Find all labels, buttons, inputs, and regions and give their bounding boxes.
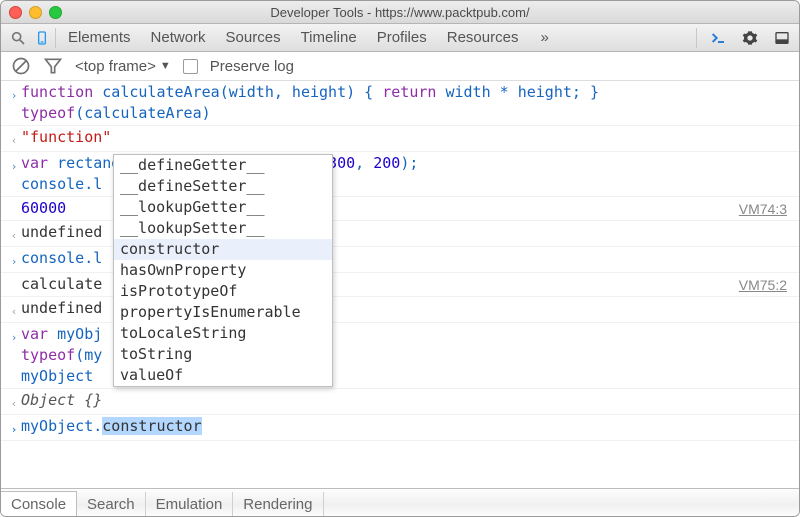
input-marker-icon: › — [7, 415, 21, 440]
separator — [55, 28, 56, 48]
autocomplete-popup[interactable]: __defineGetter____defineSetter____lookup… — [113, 154, 333, 387]
code-token: myObject — [21, 367, 93, 385]
code-token: undefined — [21, 299, 102, 317]
code-token: , — [355, 154, 373, 172]
code-token: ); — [400, 154, 418, 172]
code-token: "function" — [21, 128, 111, 146]
toolbar-tab-sources[interactable]: Sources — [216, 24, 291, 51]
code-token: (width, height) { — [220, 83, 383, 101]
code-token: return — [382, 83, 436, 101]
separator — [696, 28, 697, 48]
autocomplete-item[interactable]: __defineGetter__ — [114, 155, 332, 176]
close-window-icon[interactable] — [9, 6, 22, 19]
devtools-window: Developer Tools - https://www.packtpub.c… — [0, 0, 800, 517]
code-token: 200 — [373, 154, 400, 172]
source-link[interactable]: VM75:2 — [739, 273, 793, 296]
device-toggle-icon[interactable] — [31, 27, 53, 49]
console-body[interactable]: ›function calculateArea(width, height) {… — [1, 81, 799, 488]
autocomplete-item[interactable]: constructor — [114, 239, 332, 260]
drawer-tabs: ConsoleSearchEmulationRendering — [1, 488, 799, 516]
input-marker-icon: › — [7, 323, 21, 388]
code-token: calculateArea — [102, 83, 219, 101]
blank-marker — [7, 273, 21, 296]
output-marker-icon: ‹ — [7, 297, 21, 322]
console-row: ‹Object {} — [1, 389, 799, 415]
output-marker-icon: ‹ — [7, 126, 21, 151]
drawer-tab-console[interactable]: Console — [0, 491, 77, 517]
autocomplete-item[interactable]: propertyIsEnumerable — [114, 302, 332, 323]
code-token: constructor — [102, 417, 201, 435]
console-row: ›function calculateArea(width, height) {… — [1, 81, 799, 126]
console-row-content: "function" — [21, 126, 793, 151]
console-row-content: Object {} — [21, 389, 793, 414]
input-marker-icon: › — [7, 247, 21, 272]
autocomplete-item[interactable]: isPrototypeOf — [114, 281, 332, 302]
zoom-window-icon[interactable] — [49, 6, 62, 19]
code-token: width * height; } — [436, 83, 599, 101]
frame-selector[interactable]: <top frame> ▼ — [75, 58, 171, 75]
autocomplete-item[interactable]: toString — [114, 344, 332, 365]
clear-console-icon[interactable] — [11, 56, 31, 76]
drawer-tab-rendering[interactable]: Rendering — [233, 492, 323, 516]
preserve-log-label: Preserve log — [210, 58, 294, 75]
preserve-log-checkbox[interactable] — [183, 59, 198, 74]
toolbar-tab-elements[interactable]: Elements — [58, 24, 141, 51]
minimize-window-icon[interactable] — [29, 6, 42, 19]
code-token: console.l — [21, 249, 102, 267]
code-token: console.l — [21, 175, 102, 193]
code-token: 60000 — [21, 199, 66, 217]
drawer-tab-search[interactable]: Search — [77, 492, 146, 516]
autocomplete-item[interactable]: __defineSetter__ — [114, 176, 332, 197]
blank-marker — [7, 197, 21, 220]
code-token: function — [21, 83, 102, 101]
autocomplete-item[interactable]: toLocaleString — [114, 323, 332, 344]
toolbar-tab-timeline[interactable]: Timeline — [291, 24, 367, 51]
console-row-content: myObject.constructor — [21, 415, 793, 440]
code-token: typeof — [21, 346, 75, 364]
console-row: ‹"function" — [1, 126, 799, 152]
filter-icon[interactable] — [43, 56, 63, 76]
code-token: (calculateArea) — [75, 104, 210, 122]
input-marker-icon: › — [7, 81, 21, 125]
console-toolbar: <top frame> ▼ Preserve log — [1, 52, 799, 81]
code-token: undefined — [21, 223, 102, 241]
output-marker-icon: ‹ — [7, 221, 21, 246]
code-token: typeof — [21, 104, 75, 122]
toolbar-tab-resources[interactable]: Resources — [437, 24, 529, 51]
show-console-icon[interactable] — [707, 27, 729, 49]
input-marker-icon: › — [7, 152, 21, 196]
code-token: (my — [75, 346, 102, 364]
main-toolbar: ElementsNetworkSourcesTimelineProfilesRe… — [1, 24, 799, 52]
frame-selector-label: <top frame> — [75, 58, 156, 75]
console-row: ›myObject.constructor — [1, 415, 799, 441]
code-token: var — [21, 325, 48, 343]
output-marker-icon: ‹ — [7, 389, 21, 414]
autocomplete-item[interactable]: __lookupGetter__ — [114, 197, 332, 218]
toolbar-tab-network[interactable]: Network — [141, 24, 216, 51]
source-link[interactable]: VM74:3 — [739, 197, 793, 220]
code-token: Object {} — [21, 391, 102, 409]
code-token: myObject. — [21, 417, 102, 435]
autocomplete-item[interactable]: hasOwnProperty — [114, 260, 332, 281]
code-token: var — [21, 154, 48, 172]
toolbar-tab-profiles[interactable]: Profiles — [367, 24, 437, 51]
code-token: myObj — [48, 325, 102, 343]
dock-side-icon[interactable] — [771, 27, 793, 49]
tabs-overflow[interactable]: » — [530, 24, 558, 51]
autocomplete-item[interactable]: __lookupSetter__ — [114, 218, 332, 239]
settings-gear-icon[interactable] — [739, 27, 761, 49]
window-controls — [9, 6, 62, 19]
toolbar-tabs: ElementsNetworkSourcesTimelineProfilesRe… — [58, 24, 528, 51]
window-title: Developer Tools - https://www.packtpub.c… — [9, 5, 791, 20]
titlebar: Developer Tools - https://www.packtpub.c… — [1, 1, 799, 24]
code-token: calculate — [21, 275, 102, 293]
dropdown-triangle-icon: ▼ — [160, 60, 171, 72]
autocomplete-item[interactable]: valueOf — [114, 365, 332, 386]
drawer-tab-emulation[interactable]: Emulation — [146, 492, 234, 516]
search-icon[interactable] — [7, 27, 29, 49]
console-row-content: function calculateArea(width, height) { … — [21, 81, 793, 125]
